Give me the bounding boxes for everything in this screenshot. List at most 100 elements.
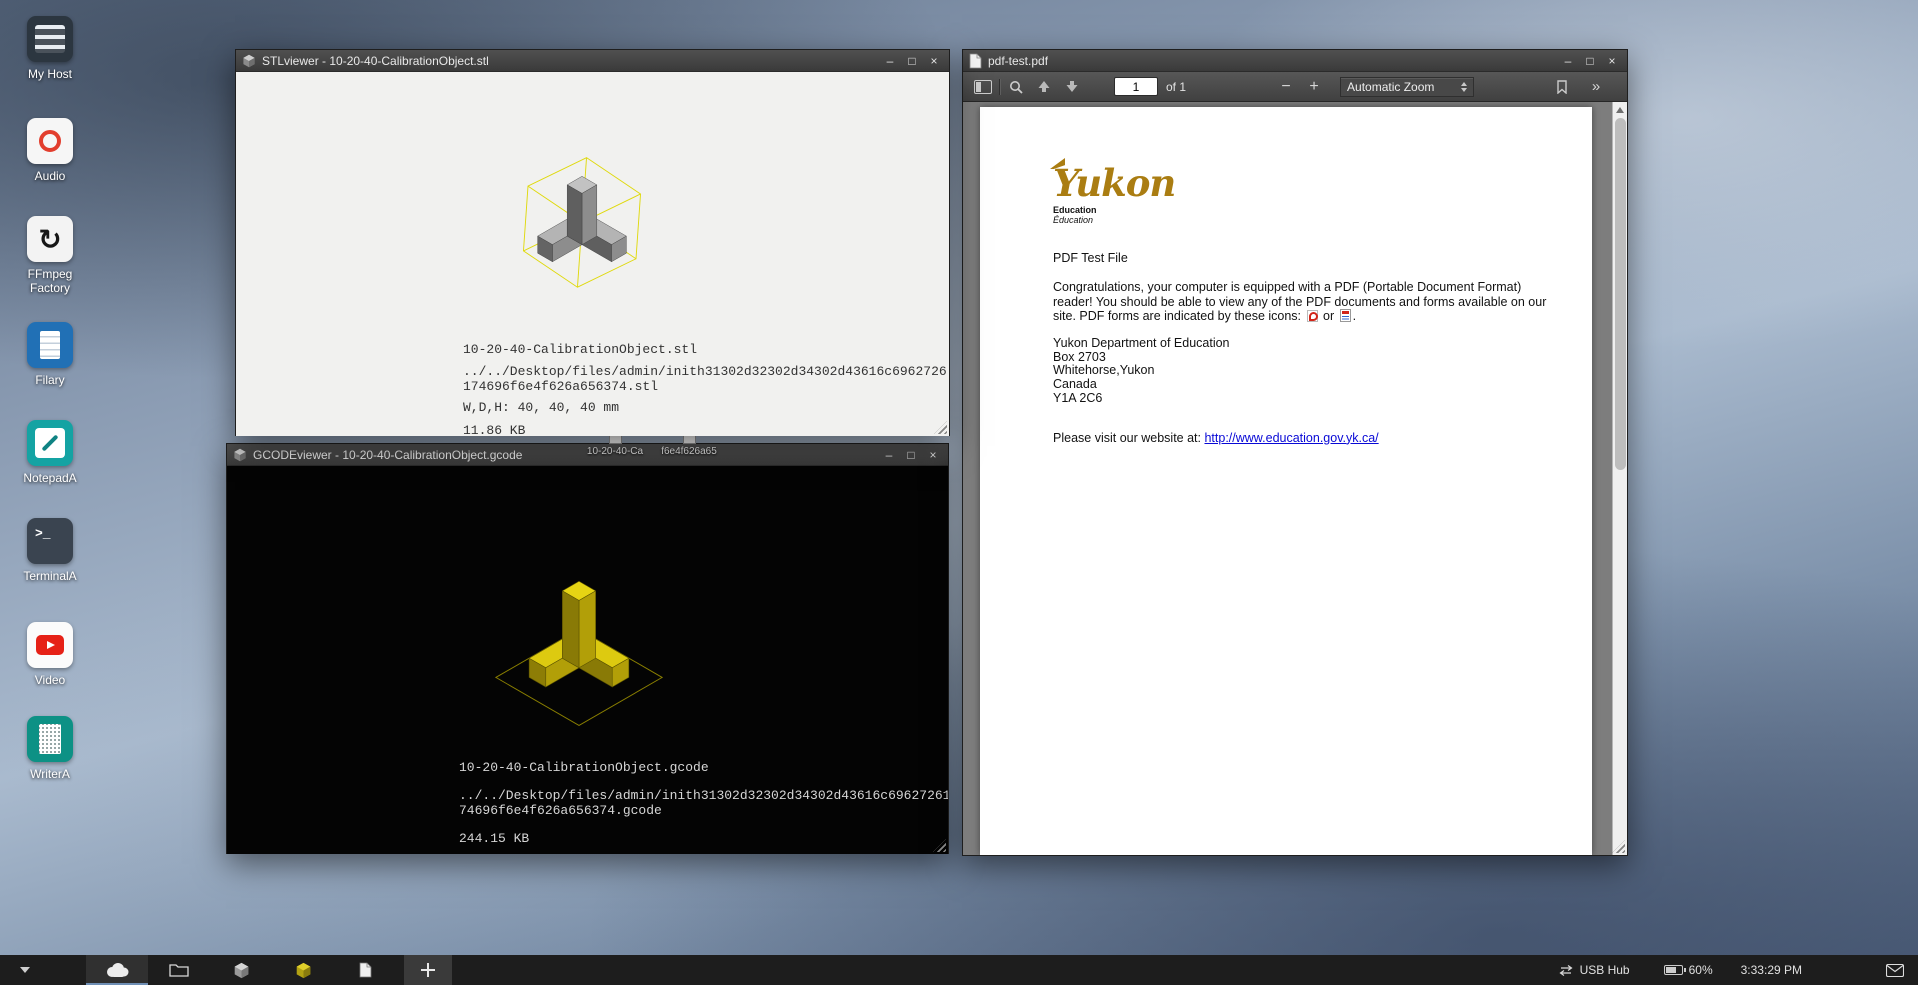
paragraph-text: Congratulations, your computer is equipp… — [1053, 280, 1546, 323]
stl-dimensions: W,D,H: 40, 40, 40 mm — [463, 400, 949, 415]
file-label: f6e4f626a65 — [652, 446, 726, 457]
desktop-icon-video[interactable]: Video — [6, 622, 94, 687]
logo-subtitle-en: Education — [1053, 205, 1552, 215]
scroll-up-arrow-icon[interactable] — [1616, 107, 1624, 113]
taskbar-files-button[interactable] — [86, 955, 148, 985]
battery-tray-item[interactable]: 60% — [1664, 963, 1713, 977]
toolbar-overflow-button[interactable]: » — [1584, 75, 1608, 99]
mail-tray-button[interactable] — [1886, 964, 1904, 977]
website-label: Please visit our website at: — [1053, 431, 1201, 445]
pdf-scrollbar[interactable] — [1612, 102, 1627, 855]
document-paragraph: Congratulations, your computer is equipp… — [1053, 280, 1550, 324]
usb-transfer-icon — [1558, 965, 1574, 976]
zoom-select-value: Automatic Zoom — [1347, 80, 1434, 94]
taskbar-clock[interactable]: 3:33:29 PM — [1741, 963, 1802, 977]
maximize-button[interactable]: □ — [901, 52, 923, 70]
stl-filesize: 11.86 KB — [463, 423, 949, 436]
address-line: Canada — [1053, 378, 1552, 392]
calibration-object-model — [538, 176, 627, 261]
envelope-icon — [1886, 964, 1904, 977]
terminal-icon: >_ — [27, 518, 73, 564]
window-title: GCODEviewer - 10-20-40-CalibrationObject… — [253, 448, 522, 462]
ffmpeg-icon: ↻ — [27, 216, 73, 262]
bookmark-icon — [1556, 80, 1568, 94]
stl-file-info: 10-20-40-CalibrationObject.stl ../../Des… — [463, 342, 949, 436]
stl-filename: 10-20-40-CalibrationObject.stl — [463, 342, 949, 357]
desktop-icon-label: NotepadA — [6, 471, 94, 485]
cube-icon — [233, 962, 250, 979]
stl-3d-viewport[interactable] — [488, 134, 676, 316]
stlviewer-titlebar[interactable]: STLviewer - 10-20-40-CalibrationObject.s… — [236, 50, 949, 72]
taskbar-pdf-button[interactable] — [334, 955, 396, 985]
address-line: Box 2703 — [1053, 351, 1552, 365]
desktop-icon-terminala[interactable]: >_ TerminalA — [6, 518, 94, 583]
usb-tray-item[interactable]: USB Hub — [1558, 963, 1630, 977]
pdf-titlebar[interactable]: pdf-test.pdf – □ × — [963, 50, 1627, 72]
pdf-viewer-window: pdf-test.pdf – □ × — [962, 49, 1628, 856]
taskbar-expand-button[interactable] — [0, 955, 50, 985]
audio-icon — [27, 118, 73, 164]
maximize-button[interactable]: □ — [1579, 52, 1601, 70]
search-button[interactable] — [1004, 75, 1028, 99]
close-button[interactable]: × — [923, 52, 945, 70]
scrollbar-thumb[interactable] — [1615, 118, 1626, 470]
pdf-page: Yukon Education Éducation PDF Test File … — [980, 107, 1592, 855]
taskbar-folder-button[interactable] — [148, 955, 210, 985]
website-link[interactable]: http://www.education.gov.yk.ca/ — [1204, 431, 1378, 445]
next-page-button[interactable] — [1060, 75, 1084, 99]
close-button[interactable]: × — [1601, 52, 1623, 70]
taskbar: USB Hub 60% 3:33:29 PM — [0, 955, 1918, 985]
zoom-out-button[interactable]: − — [1274, 75, 1298, 99]
desktop-icon-my-host[interactable]: My Host — [6, 16, 94, 81]
arrow-up-icon — [1037, 80, 1051, 93]
taskbar-spacer — [50, 955, 86, 985]
stlviewer-window: STLviewer - 10-20-40-CalibrationObject.s… — [235, 49, 950, 436]
video-player-icon — [27, 622, 73, 668]
chevron-down-icon — [20, 967, 30, 973]
zoom-in-button[interactable]: + — [1302, 75, 1326, 99]
close-button[interactable]: × — [922, 446, 944, 464]
plus-icon — [421, 963, 435, 977]
zoom-select[interactable]: Automatic Zoom — [1340, 77, 1474, 97]
desktop-icon-ffmpeg-factory[interactable]: ↻ FFmpeg Factory — [6, 216, 94, 295]
stl-content: 10-20-40-CalibrationObject.stl ../../Des… — [236, 72, 949, 436]
cloud-icon — [104, 962, 130, 979]
window-title: STLviewer - 10-20-40-CalibrationObject.s… — [262, 54, 489, 68]
minimize-button[interactable]: – — [879, 52, 901, 70]
gcode-3d-viewport[interactable] — [473, 564, 685, 737]
chevron-updown-icon — [1461, 82, 1467, 92]
minimize-button[interactable]: – — [1557, 52, 1579, 70]
previous-page-button[interactable] — [1032, 75, 1056, 99]
usb-label: USB Hub — [1580, 963, 1630, 977]
host-icon — [27, 16, 73, 62]
gcode-object-model — [529, 581, 629, 687]
circular-arrow-icon: ↻ — [27, 216, 73, 262]
taskbar-tray: USB Hub 60% 3:33:29 PM — [1558, 963, 1918, 977]
file-manager-icon — [27, 322, 73, 368]
document-heading: PDF Test File — [1053, 251, 1552, 265]
prompt-glyph-icon: >_ — [35, 526, 51, 541]
desktop-icon-notepada[interactable]: NotepadA — [6, 420, 94, 485]
toolbar-divider — [999, 79, 1000, 95]
minimize-button[interactable]: – — [878, 446, 900, 464]
taskbar-gcodeviewer-button[interactable] — [272, 955, 334, 985]
sidebar-toggle-button[interactable] — [971, 75, 995, 99]
desktop-icon-audio[interactable]: Audio — [6, 118, 94, 183]
page-number-input[interactable] — [1114, 77, 1158, 96]
taskbar-stlviewer-button[interactable] — [210, 955, 272, 985]
gcode-content: 10-20-40-CalibrationObject.gcode ../../D… — [227, 466, 948, 854]
bookmark-button[interactable] — [1550, 75, 1574, 99]
desktop-icon-label: Video — [6, 673, 94, 687]
desktop-icon-filary[interactable]: Filary — [6, 322, 94, 387]
window-title: pdf-test.pdf — [988, 54, 1048, 68]
gcode-filename: 10-20-40-CalibrationObject.gcode — [459, 760, 948, 775]
maximize-button[interactable]: □ — [900, 446, 922, 464]
gcode-filepath: ../../Desktop/files/admin/inith31302d323… — [459, 788, 948, 818]
taskbar-add-button[interactable] — [404, 955, 452, 985]
desktop-icon-writera[interactable]: WriterA — [6, 716, 94, 781]
gcodeviewer-window: GCODEviewer - 10-20-40-CalibrationObject… — [226, 443, 949, 854]
gcode-filesize: 244.15 KB — [459, 831, 948, 846]
gcode-file-info: 10-20-40-CalibrationObject.gcode ../../D… — [459, 760, 948, 846]
desktop-icon-label: TerminalA — [6, 569, 94, 583]
address-block: Yukon Department of Education Box 2703 W… — [1053, 337, 1552, 406]
